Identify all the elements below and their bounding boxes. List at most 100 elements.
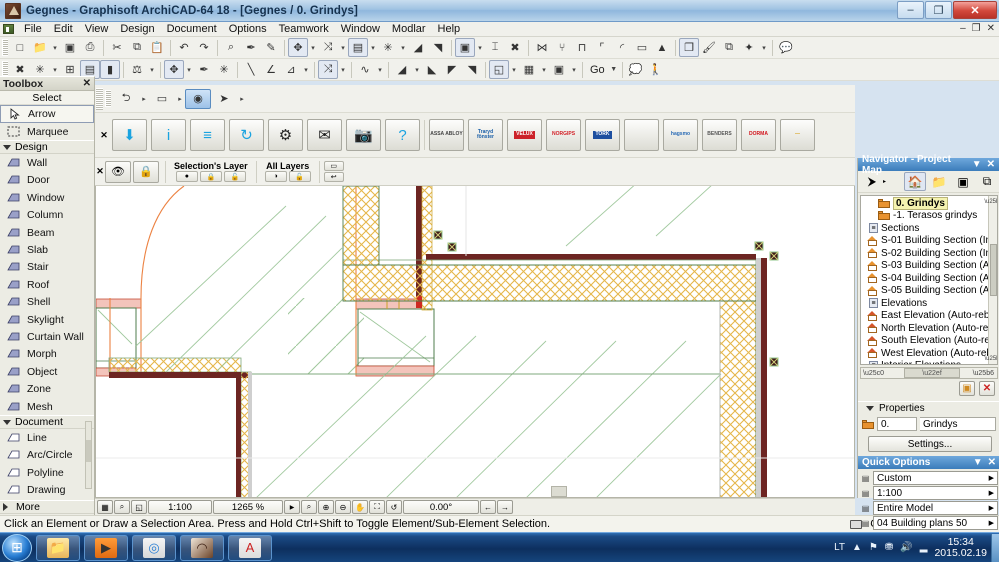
dorma-logo[interactable]: DORMA [741, 119, 776, 151]
shape-a-icon[interactable]: ◣ [422, 60, 442, 79]
3d-view-icon[interactable]: ▦ [519, 60, 539, 79]
elevate-2-icon[interactable]: ◢ [392, 60, 412, 79]
inject-parameters-icon[interactable]: ✒ [241, 38, 261, 57]
quick-options-close-icon[interactable]: ✕ [988, 457, 996, 468]
publisher-sets-icon[interactable]: ⧉ [976, 172, 998, 191]
toolbox-item-arrow[interactable]: Arrow [0, 105, 94, 123]
toolbar-grip[interactable] [96, 88, 103, 110]
story-name-field[interactable]: Grindys [920, 417, 996, 431]
go-to-view-label[interactable]: Go [586, 64, 609, 76]
show-desktop-button[interactable] [991, 534, 999, 562]
angle-icon[interactable]: ∠ [261, 60, 281, 79]
orient-view-icon[interactable]: ↺ [386, 500, 402, 514]
zoom-select-icon[interactable]: ⌕ [301, 500, 317, 514]
reserve-element-icon[interactable]: ◉ [185, 89, 211, 109]
menu-item-teamwork[interactable]: Teamwork [273, 22, 335, 37]
mdi-close-button[interactable]: ✕ [987, 23, 995, 34]
toolbox-more-group[interactable]: More [0, 500, 94, 514]
multiply-caret[interactable]: ▾ [398, 38, 408, 57]
refresh-icon[interactable]: ↻ [229, 119, 264, 151]
adjust-icon[interactable]: ⋈ [532, 38, 552, 57]
menu-item-options[interactable]: Options [223, 22, 273, 37]
pan-icon[interactable]: ✋ [352, 500, 368, 514]
network-icon[interactable]: ▂ [920, 542, 928, 553]
quick-option-field[interactable]: 04 Building plans 50▶ [873, 516, 998, 530]
drag-caret[interactable]: ▾ [184, 60, 194, 79]
tree-item[interactable]: ≡Sections [861, 222, 997, 235]
elevate-icon[interactable]: ◢ [408, 38, 428, 57]
solid-element-operations-caret[interactable]: ▾ [475, 38, 485, 57]
walkthrough-icon[interactable]: 🚶 [646, 60, 666, 79]
canvas-scroll-thumb[interactable] [551, 486, 567, 497]
safely-remove-hardware-icon[interactable]: ⛃ [885, 542, 893, 553]
quick-options-collapse-icon[interactable]: ▼ [973, 457, 983, 468]
drag-copy-icon[interactable]: ✥ [288, 38, 308, 57]
library-cloud-icon[interactable]: ≡ [190, 119, 225, 151]
hide-selection-layer-icon[interactable]: ● [176, 171, 198, 182]
balloon-icon[interactable]: 💭 [626, 60, 646, 79]
measure-caret[interactable]: ▾ [147, 60, 157, 79]
layer-settings-icon[interactable]: ▭ [324, 161, 344, 171]
section-view-caret[interactable]: ▾ [569, 60, 579, 79]
undo-icon[interactable]: ↶ [174, 38, 194, 57]
quick-layers-close-icon[interactable]: ✕ [95, 166, 105, 177]
pen-icon[interactable]: ✒ [194, 60, 214, 79]
story-settings-button[interactable]: Settings... [868, 436, 992, 452]
toolbox-item-skylight[interactable]: Skylight [0, 311, 94, 328]
zoom-percent-field[interactable]: 1265 % [213, 500, 283, 514]
toolbox-item-slab[interactable]: Slab [0, 241, 94, 258]
relative-construction-caret[interactable]: ▾ [338, 60, 348, 79]
arrow-pointer-icon[interactable]: ➤ [211, 89, 237, 109]
fillet-icon[interactable]: ⊓ [572, 38, 592, 57]
new-document-icon[interactable]: □ [10, 38, 30, 57]
open-document-caret[interactable]: ▾ [50, 38, 60, 57]
star-icon[interactable]: ✳ [214, 60, 234, 79]
shape-c-icon[interactable]: ◥ [462, 60, 482, 79]
toolbox-item-roof[interactable]: Roof [0, 276, 94, 293]
comment-icon[interactable]: 💬 [776, 38, 796, 57]
redo-icon[interactable]: ↷ [194, 38, 214, 57]
measure-icon[interactable]: ⚖ [127, 60, 147, 79]
unlock-selection-layer-icon[interactable]: 🔓 [224, 171, 246, 182]
tree-item[interactable]: West Elevation (Auto-rebuild [861, 347, 997, 360]
tree-item[interactable]: S-01 Building Section (Indep [861, 235, 997, 248]
delete-viewpoint-icon[interactable]: ✕ [979, 381, 995, 396]
window-title-bar[interactable]: Gegnes - Graphisoft ArchiCAD-64 18 - [Ge… [0, 0, 999, 22]
scale-field[interactable]: 1:100 [148, 500, 212, 514]
quick-option-caret-icon[interactable]: ▶ [989, 519, 994, 527]
rotate-copy-caret[interactable]: ▾ [338, 38, 348, 57]
quick-option-caret-icon[interactable]: ▶ [989, 504, 994, 512]
quick-option-field[interactable]: 1:100▶ [873, 486, 998, 500]
traryd-fonster-logo[interactable]: Traryd fönster [468, 119, 503, 151]
intersect-icon[interactable]: ⑂ [552, 38, 572, 57]
mirror-copy-icon[interactable]: ▤ [348, 38, 368, 57]
toolbox-close-icon[interactable]: ✕ [83, 78, 91, 89]
show-hide-layers-icon[interactable]: 👁 [105, 161, 131, 183]
find-select-icon[interactable]: ⌕ [221, 38, 241, 57]
tree-item[interactable]: ≡Interior Elevations [861, 360, 997, 366]
window-maximize-button[interactable]: ❐ [925, 1, 952, 19]
mail-icon[interactable]: ✉ [307, 119, 342, 151]
toolbox-scrollbar[interactable] [85, 421, 92, 489]
tree-item[interactable]: S-04 Building Section (Auto-r [861, 272, 997, 285]
mdi-restore-button[interactable]: ❐ [972, 23, 981, 34]
volume-icon[interactable]: 🔊 [900, 542, 912, 553]
rotate-copy-icon[interactable]: ⤨ [318, 38, 338, 57]
3d-cutaway-icon[interactable]: ⧉ [719, 38, 739, 57]
navigator-preview-icon-caret[interactable]: ▸ [883, 178, 886, 185]
tork-logo[interactable]: TORK [585, 119, 620, 151]
start-button[interactable]: ⊞ [2, 534, 32, 562]
menu-item-window[interactable]: Window [335, 22, 386, 37]
split-icon[interactable]: ✖ [505, 38, 525, 57]
menu-item-view[interactable]: View [79, 22, 115, 37]
properties-header[interactable]: Properties [858, 401, 999, 415]
open-document-icon[interactable]: 📁 [30, 38, 50, 57]
lock-selection-layer-icon[interactable]: 🔒 [200, 171, 222, 182]
toolbox-item-marquee[interactable]: Marquee [0, 123, 94, 140]
partner-logo-5[interactable]: NORGIPS [546, 119, 581, 151]
toolbox-item-wall[interactable]: Wall [0, 154, 94, 171]
line-icon[interactable]: ╲ [241, 60, 261, 79]
floor-plan-view-caret[interactable]: ▾ [509, 60, 519, 79]
drag-icon[interactable]: ✥ [164, 60, 184, 79]
align-icon[interactable]: ▮ [100, 60, 120, 79]
